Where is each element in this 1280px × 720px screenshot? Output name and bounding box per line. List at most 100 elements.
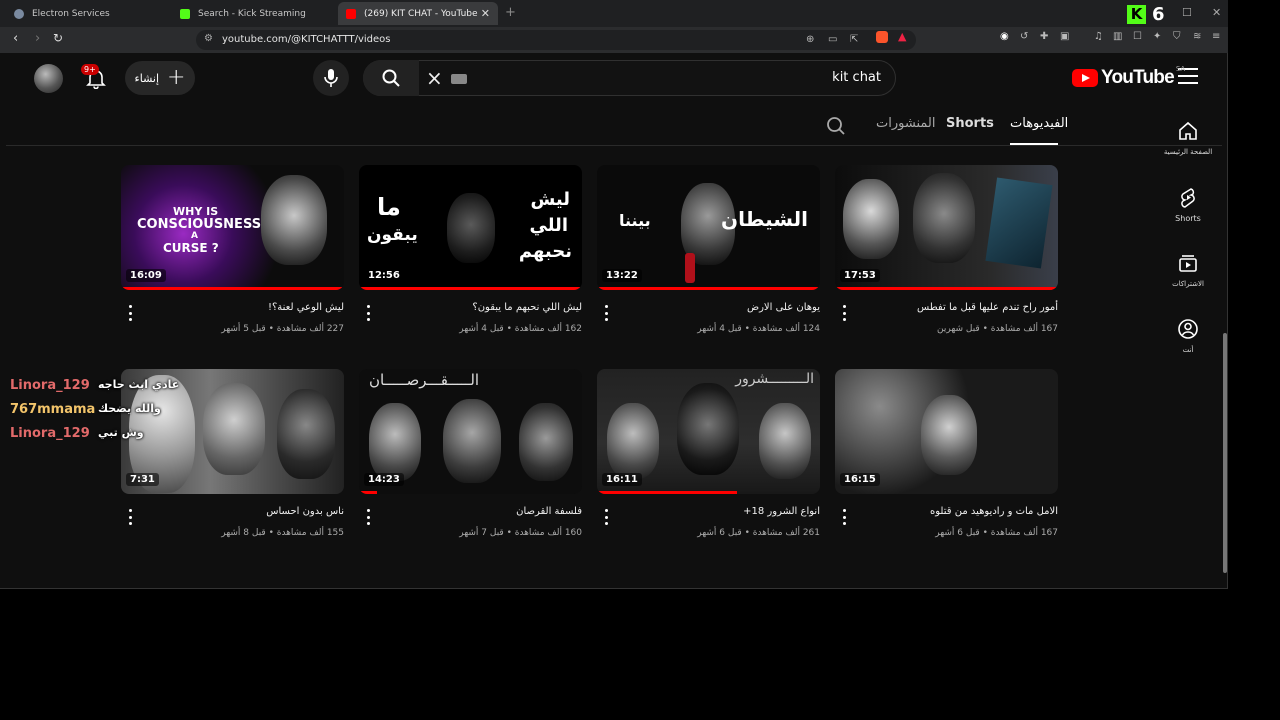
video-more-options-icon[interactable] bbox=[365, 305, 371, 321]
thumbnail-face bbox=[921, 395, 977, 475]
youtube-logo[interactable]: YouTube SA bbox=[1072, 65, 1185, 89]
sidebar-toggle-icon[interactable]: ▥ bbox=[1113, 31, 1122, 42]
video-title[interactable]: أمور راح تندم عليها قبل ما تفطس bbox=[858, 302, 1058, 313]
video-thumbnail[interactable]: الـــــقـــرصـــــان 14:23 bbox=[359, 369, 582, 494]
video-card[interactable]: ليش اللي نحبهم ما يبقون 12:56 ليش اللي ن… bbox=[359, 165, 582, 334]
video-thumbnail[interactable]: الشيطان بيننا 13:22 bbox=[597, 165, 820, 290]
video-title[interactable]: يوهان على الارض bbox=[620, 302, 820, 313]
channel-search-icon[interactable] bbox=[826, 116, 846, 140]
video-card[interactable]: الشيطان بيننا 13:22 يوهان على الارض 124 … bbox=[597, 165, 820, 334]
watch-progress-bar bbox=[359, 491, 377, 494]
extension-b-icon[interactable]: ↺ bbox=[1020, 31, 1028, 42]
sidebar-item-shorts[interactable]: Shorts bbox=[1160, 186, 1216, 223]
plus-icon: + bbox=[167, 65, 186, 90]
site-info-icon[interactable]: ⚙ bbox=[204, 33, 213, 44]
sidebar-item-label: أنت bbox=[1182, 346, 1194, 354]
share-icon[interactable]: ⇱ bbox=[850, 34, 858, 45]
video-more-options-icon[interactable] bbox=[603, 509, 609, 525]
reload-icon[interactable]: ↻ bbox=[53, 31, 63, 45]
browser-tab-kick[interactable]: Search - Kick Streaming bbox=[172, 2, 332, 25]
create-label: إنشاء bbox=[134, 71, 160, 85]
sidebar-item-you[interactable]: أنت bbox=[1160, 318, 1216, 354]
vpn-icon[interactable]: ⛉ bbox=[1173, 31, 1181, 42]
video-title[interactable]: ناس بدون احساس bbox=[144, 506, 344, 517]
sidebar-item-home[interactable]: الصفحة الرئيسية bbox=[1160, 120, 1216, 156]
video-card[interactable]: 16:15 الامل مات و راديوهيد من قتلوه 167 … bbox=[835, 369, 1058, 538]
video-more-options-icon[interactable] bbox=[365, 509, 371, 525]
leo-ai-icon[interactable]: ✦ bbox=[1153, 31, 1161, 42]
cast-icon[interactable]: ▭ bbox=[828, 34, 837, 45]
video-thumbnail[interactable]: ليش اللي نحبهم ما يبقون 12:56 bbox=[359, 165, 582, 290]
video-title[interactable]: ليش اللي نحبهم ما يبقون؟ bbox=[382, 302, 582, 313]
wallet-icon[interactable]: ≋ bbox=[1193, 31, 1201, 42]
avatar[interactable] bbox=[34, 64, 63, 93]
chat-username: 767mmama bbox=[10, 402, 96, 417]
tab-title: Search - Kick Streaming bbox=[198, 8, 306, 19]
keyboard-icon[interactable] bbox=[451, 74, 467, 84]
tabs-divider bbox=[6, 145, 1222, 146]
close-window-icon[interactable]: ✕ bbox=[1212, 6, 1221, 19]
tab-videos[interactable]: الفيديوهات bbox=[1010, 116, 1068, 131]
thumbnail-bottle bbox=[685, 253, 695, 283]
back-icon[interactable]: ‹ bbox=[13, 31, 18, 46]
bookmarks-icon[interactable]: ☐ bbox=[1133, 31, 1142, 42]
scrollbar-thumb[interactable] bbox=[1223, 333, 1227, 573]
video-meta: 167 ألف مشاهدة • قبل شهرين bbox=[937, 324, 1058, 334]
tab-shorts[interactable]: Shorts bbox=[946, 116, 994, 131]
maximize-icon[interactable]: ☐ bbox=[1182, 6, 1192, 19]
thumbnail-face bbox=[913, 173, 975, 263]
music-icon[interactable]: ♫ bbox=[1094, 31, 1103, 42]
chat-username: Linora_129 bbox=[10, 378, 90, 393]
chat-text: وش تبي bbox=[98, 426, 144, 439]
voice-search-button[interactable] bbox=[313, 60, 349, 96]
browser-tab-youtube[interactable]: (269) KIT CHAT - YouTube ✕ bbox=[338, 2, 498, 25]
video-meta: 160 ألف مشاهدة • قبل 7 أشهر bbox=[459, 528, 582, 538]
screenshot-icon[interactable]: ▣ bbox=[1060, 31, 1069, 42]
video-more-options-icon[interactable] bbox=[841, 509, 847, 525]
sidebar-item-subscriptions[interactable]: الاشتراكات bbox=[1160, 252, 1216, 288]
video-more-options-icon[interactable] bbox=[841, 305, 847, 321]
browser-tab-electron[interactable]: Electron Services bbox=[6, 2, 166, 25]
search-query-text: kit chat bbox=[832, 70, 881, 85]
notifications-button[interactable]: 9+ bbox=[81, 64, 109, 91]
thumbnail-face bbox=[443, 399, 501, 483]
address-bar[interactable]: ⚙ youtube.com/@KITCHATTT/videos ⊕ ▭ ⇱ bbox=[196, 30, 916, 50]
thumbnail-text: اللي bbox=[529, 215, 569, 236]
video-thumbnail[interactable]: الـــــــــشرور 16:11 bbox=[597, 369, 820, 494]
video-title[interactable]: فلسفة القرصان bbox=[382, 506, 582, 517]
new-tab-button[interactable]: + bbox=[505, 5, 516, 20]
video-title[interactable]: الامل مات و راديوهيد من قتلوه bbox=[858, 506, 1058, 517]
video-meta: 261 ألف مشاهدة • قبل 6 أشهر bbox=[697, 528, 820, 538]
video-thumbnail[interactable]: 16:15 bbox=[835, 369, 1058, 494]
browser-menu-icon[interactable]: ≡ bbox=[1212, 31, 1220, 42]
electron-icon bbox=[14, 8, 24, 19]
thumbnail-text: يبقون bbox=[367, 225, 418, 245]
video-more-options-icon[interactable] bbox=[127, 305, 133, 321]
page-scrollbar[interactable] bbox=[1222, 53, 1228, 589]
video-thumbnail[interactable]: WHY IS CONSCIOUSNESS A CURSE ? 16:09 bbox=[121, 165, 344, 290]
extensions-puzzle-icon[interactable]: ✚ bbox=[1040, 31, 1048, 42]
forward-icon[interactable]: › bbox=[35, 31, 40, 46]
tab-posts[interactable]: المنشورات bbox=[876, 116, 935, 131]
video-more-options-icon[interactable] bbox=[127, 509, 133, 525]
video-card[interactable]: WHY IS CONSCIOUSNESS A CURSE ? 16:09 ليش… bbox=[121, 165, 344, 334]
video-thumbnail[interactable]: 17:53 bbox=[835, 165, 1058, 290]
create-button[interactable]: إنشاء + bbox=[125, 61, 195, 95]
video-title[interactable]: ليش الوعي لعنة؟! bbox=[144, 302, 344, 313]
clear-search-icon[interactable]: × bbox=[426, 66, 443, 90]
video-more-options-icon[interactable] bbox=[603, 305, 609, 321]
extension-a-icon[interactable]: ◉ bbox=[1000, 31, 1009, 42]
tab-close-icon[interactable]: ✕ bbox=[481, 7, 490, 20]
video-meta: 227 ألف مشاهدة • قبل 5 أشهر bbox=[221, 324, 344, 334]
search-input[interactable]: kit chat × bbox=[363, 60, 896, 96]
brave-rewards-icon[interactable]: ▲ bbox=[898, 30, 906, 43]
thumbnail-face bbox=[277, 389, 335, 479]
search-button[interactable] bbox=[363, 60, 419, 96]
chat-username: Linora_129 bbox=[10, 426, 90, 441]
video-card[interactable]: الـــــقـــرصـــــان 14:23 فلسفة القرصان… bbox=[359, 369, 582, 538]
video-card[interactable]: 17:53 أمور راح تندم عليها قبل ما تفطس 16… bbox=[835, 165, 1058, 334]
video-title[interactable]: انواع الشرور 18+ bbox=[620, 506, 820, 517]
video-card[interactable]: الـــــــــشرور 16:11 انواع الشرور 18+ 2… bbox=[597, 369, 820, 538]
brave-shield-icon[interactable] bbox=[876, 31, 888, 43]
zoom-icon[interactable]: ⊕ bbox=[806, 34, 814, 45]
